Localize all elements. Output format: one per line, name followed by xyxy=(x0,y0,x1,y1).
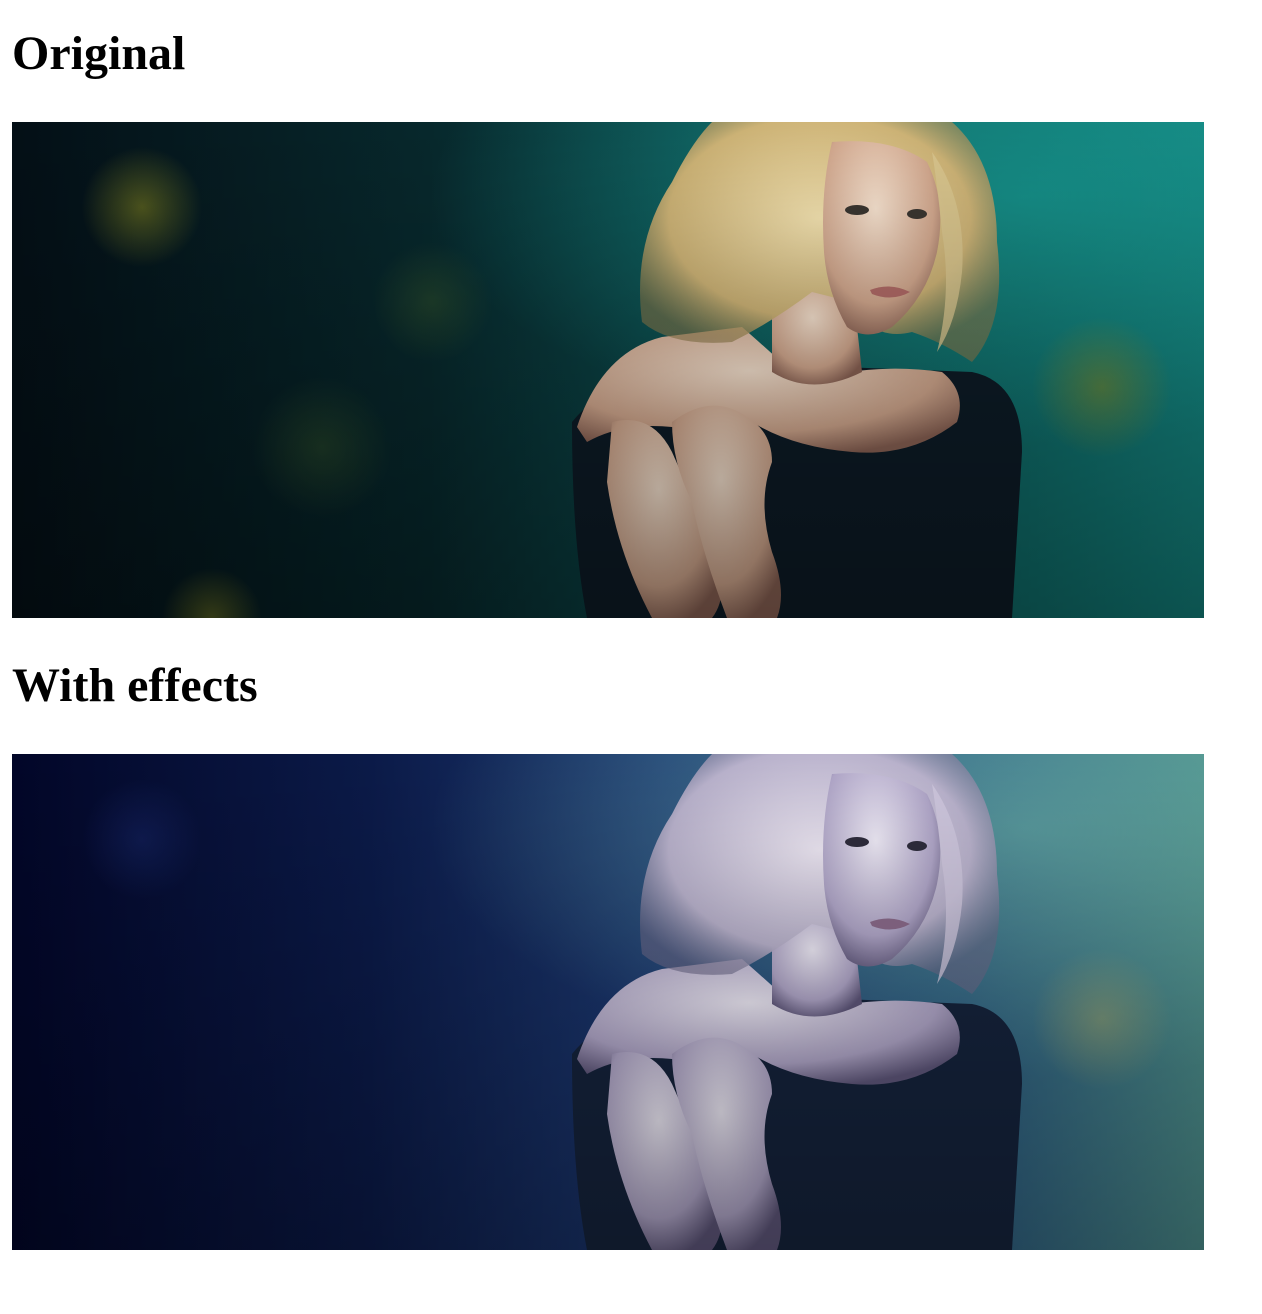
original-photo xyxy=(12,122,1204,618)
section-heading-with-effects: With effects xyxy=(12,659,258,712)
effects-photo xyxy=(12,754,1204,1250)
effects-photo-graphic xyxy=(12,754,1204,1250)
original-photo-graphic xyxy=(12,122,1204,618)
section-heading-original: Original xyxy=(12,27,186,80)
